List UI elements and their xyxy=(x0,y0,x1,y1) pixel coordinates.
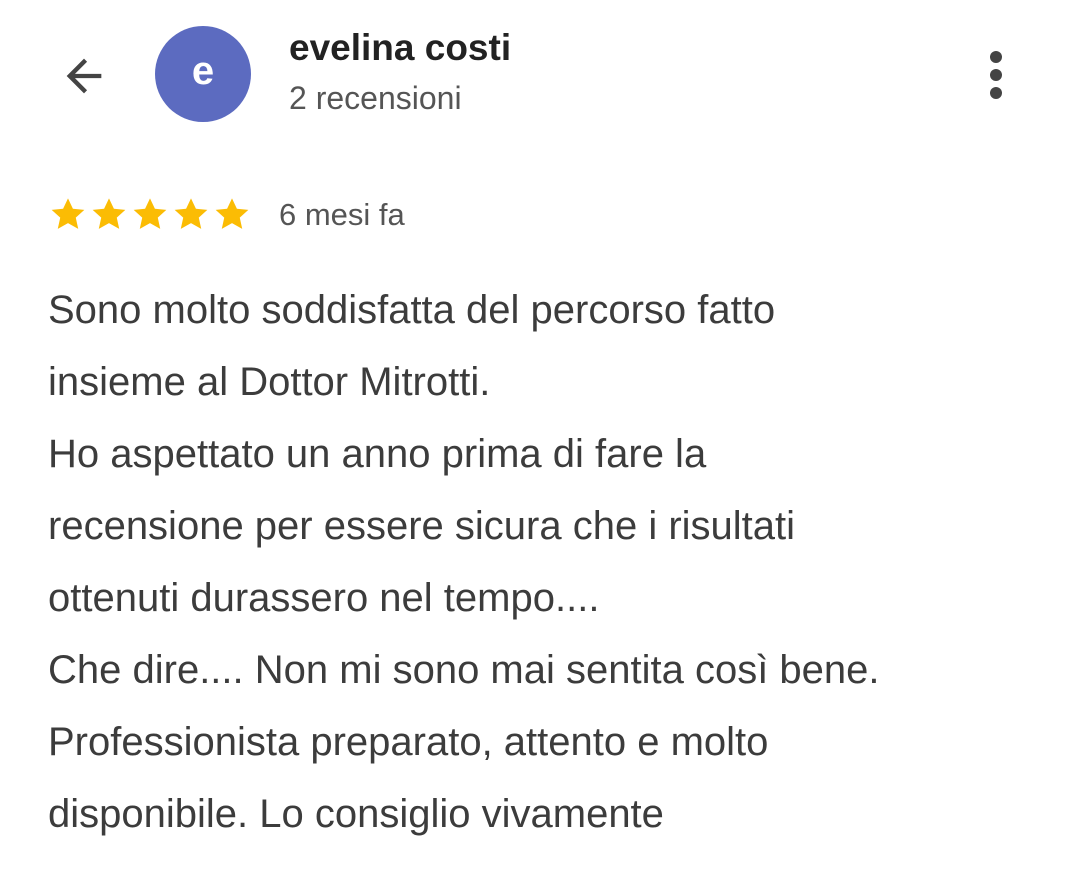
avatar[interactable]: e xyxy=(155,26,251,122)
review-text-line: recensione per essere sicura che i risul… xyxy=(48,504,796,548)
review-text: Sono molto soddisfatta del percorso fatt… xyxy=(48,274,1048,850)
user-name[interactable]: evelina costi xyxy=(289,26,511,70)
star-rating xyxy=(48,195,253,235)
back-button[interactable] xyxy=(52,44,116,108)
review-text-line: disponibile. Lo consiglio vivamente xyxy=(48,792,664,836)
review-text-line: ottenuti durassero nel tempo.... xyxy=(48,576,600,620)
star-icon xyxy=(92,198,126,229)
star-icon xyxy=(51,198,85,229)
review-text-line: Ho aspettato un anno prima di fare la xyxy=(48,432,707,476)
reviewer-header: e evelina costi 2 recensioni xyxy=(0,0,1080,150)
review-text-line: Che dire.... Non mi sono mai sentita cos… xyxy=(48,648,880,692)
star-icon xyxy=(174,198,208,229)
avatar-letter: e xyxy=(191,49,215,93)
rating-row: 6 mesi fa xyxy=(48,192,405,238)
star-icon xyxy=(133,198,167,229)
review-text-line: Sono molto soddisfatta del percorso fatt… xyxy=(48,288,776,332)
more-vertical-icon xyxy=(990,51,1002,99)
review-text-line: Professionista preparato, attento e molt… xyxy=(48,720,769,764)
more-options-button[interactable] xyxy=(968,42,1024,108)
review-date: 6 mesi fa xyxy=(279,197,405,232)
star-icon xyxy=(215,198,249,229)
review-text-line: insieme al Dottor Mitrotti. xyxy=(48,360,491,404)
review-count: 2 recensioni xyxy=(289,80,462,116)
arrow-left-icon xyxy=(66,58,102,94)
